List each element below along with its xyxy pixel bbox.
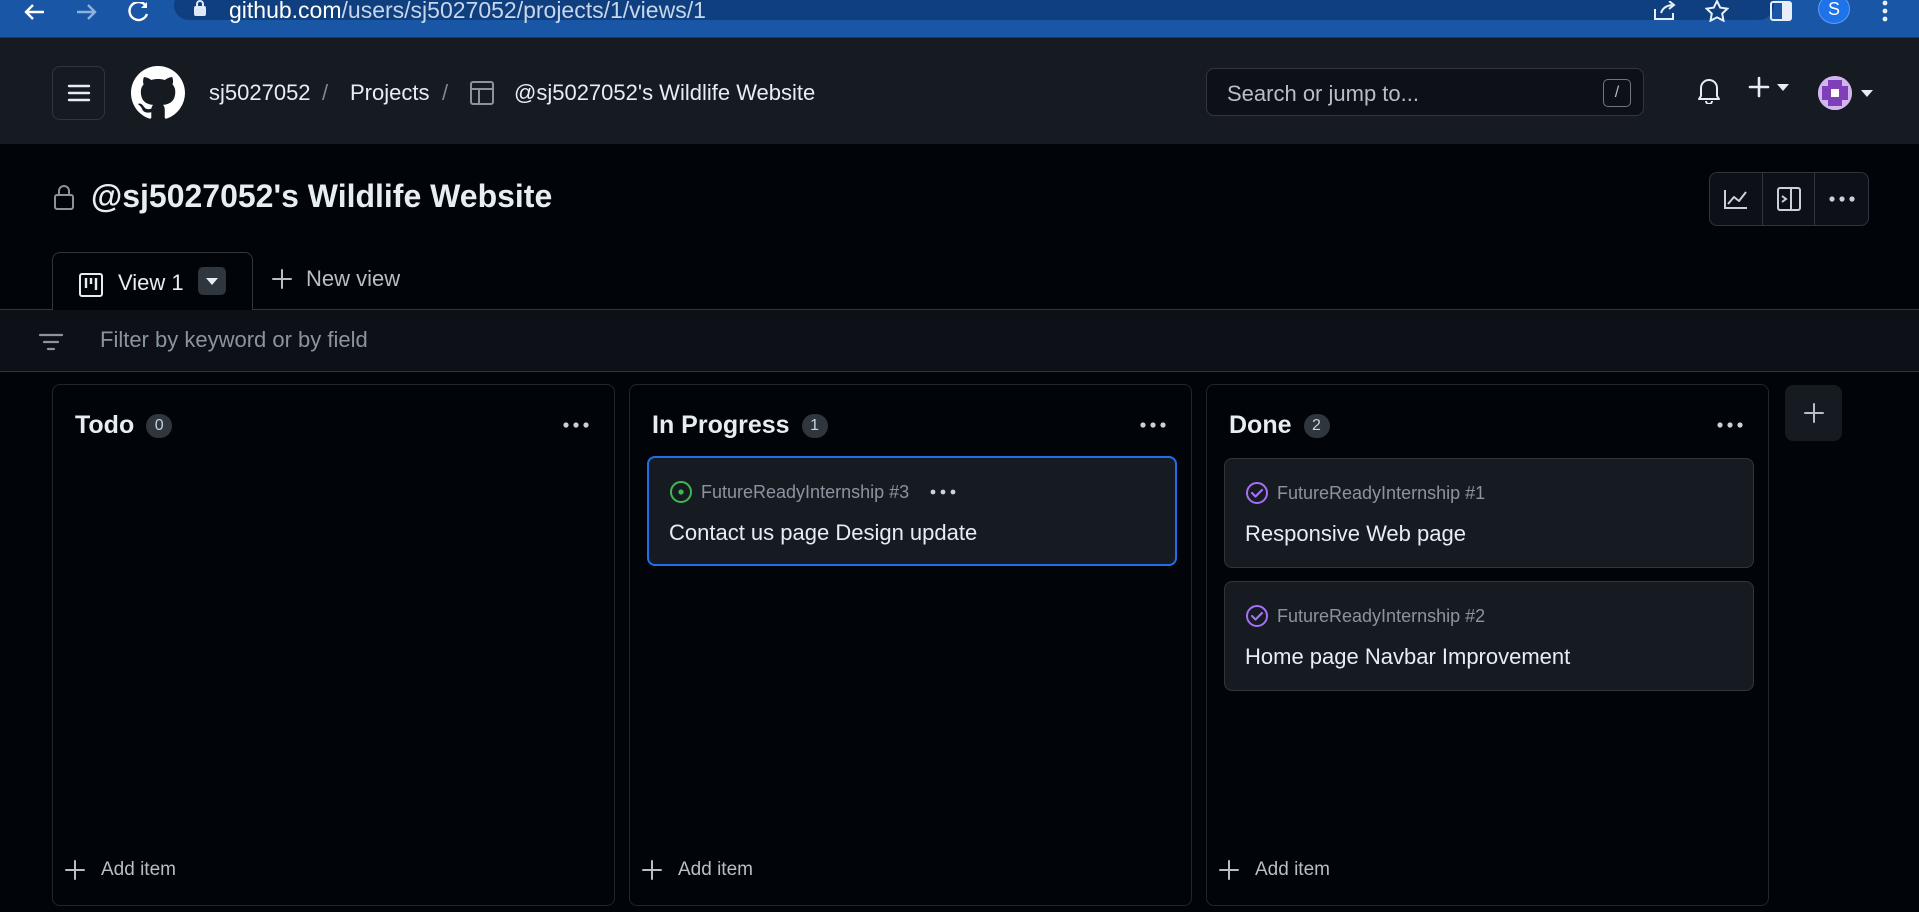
graph-icon — [1723, 190, 1747, 209]
address-url[interactable]: github.com/users/sj5027052/projects/1/vi… — [229, 0, 706, 22]
issue-title[interactable]: Responsive Web page — [1245, 521, 1466, 547]
reload-icon[interactable] — [124, 0, 154, 24]
new-view-label: New view — [306, 266, 401, 291]
add-item-label: Add item — [678, 859, 753, 880]
tab-view-1[interactable]: View 1 — [52, 252, 253, 310]
kebab-horizontal-icon — [1717, 422, 1743, 428]
plus-icon — [1748, 76, 1770, 98]
column-count-badge: 2 — [1303, 413, 1330, 438]
issue-title[interactable]: Home page Navbar Improvement — [1245, 644, 1570, 670]
search-shortcut-key: / — [1603, 79, 1631, 107]
browser-chrome: github.com/users/sj5027052/projects/1/vi… — [0, 0, 1919, 38]
board-column-in-progress: In Progress 1 FutureReadyInternship #3 C… — [629, 384, 1192, 906]
insights-button[interactable] — [1710, 173, 1763, 225]
issue-card[interactable]: FutureReadyInternship #3 Contact us page… — [647, 456, 1177, 566]
column-count-badge: 0 — [146, 413, 173, 438]
caret-down-icon — [1777, 84, 1789, 91]
site-lock-icon[interactable] — [193, 0, 207, 21]
share-icon[interactable] — [1650, 0, 1680, 22]
plus-icon — [272, 269, 292, 289]
plus-icon — [642, 860, 662, 880]
project-actions-group — [1709, 172, 1869, 226]
github-logo-icon[interactable] — [131, 66, 185, 125]
new-view-button[interactable]: New view — [272, 266, 400, 292]
sidebar-expand-icon — [1776, 187, 1801, 211]
issue-repo-number[interactable]: FutureReadyInternship #1 — [1277, 483, 1485, 504]
project-more-button[interactable] — [1815, 173, 1868, 225]
kebab-horizontal-icon — [1829, 196, 1855, 202]
issue-closed-icon — [1246, 605, 1268, 627]
project-title: @sj5027052's Wildlife Website — [91, 178, 553, 214]
add-item-label: Add item — [1255, 859, 1330, 880]
forward-arrow-icon[interactable] — [71, 0, 101, 24]
private-lock-icon — [53, 184, 75, 215]
card-more-button[interactable] — [929, 488, 957, 496]
column-more-button[interactable] — [1712, 413, 1748, 437]
filter-input[interactable]: Filter by keyword or by field — [100, 327, 368, 353]
kebab-horizontal-icon — [563, 422, 589, 428]
side-panel-button[interactable] — [1763, 173, 1816, 225]
view-options-dropdown[interactable] — [198, 267, 226, 295]
breadcrumb-projects[interactable]: Projects — [350, 80, 429, 106]
side-panel-icon[interactable] — [1766, 0, 1796, 22]
kebab-horizontal-icon — [1140, 422, 1166, 428]
browser-profile-avatar[interactable]: S — [1818, 0, 1850, 24]
plus-icon — [65, 860, 85, 880]
breadcrumb-separator: / — [442, 80, 449, 105]
board-column-todo: Todo 0 Add item — [52, 384, 615, 906]
user-avatar[interactable] — [1818, 76, 1852, 110]
plus-icon — [1803, 403, 1824, 423]
breadcrumb-user[interactable]: sj5027052 — [209, 80, 311, 106]
board-column-done: Done 2 FutureReadyInternship #1 Responsi… — [1206, 384, 1769, 906]
tab-label: View 1 — [118, 270, 184, 295]
issue-repo-number[interactable]: FutureReadyInternship #2 — [1277, 606, 1485, 627]
add-item-button[interactable]: Add item — [65, 859, 176, 881]
issue-repo-number[interactable]: FutureReadyInternship #3 — [701, 482, 909, 503]
search-input[interactable]: Search or jump to... / — [1206, 68, 1644, 116]
back-arrow-icon[interactable] — [20, 0, 50, 24]
add-item-button[interactable]: Add item — [1219, 859, 1330, 881]
issue-closed-icon — [1246, 482, 1268, 504]
column-title: Done — [1229, 411, 1292, 439]
add-item-label: Add item — [101, 859, 176, 880]
github-header: sj5027052 / Projects / @sj5027052's Wild… — [0, 38, 1919, 144]
table-icon — [469, 80, 495, 111]
avatar-caret-down-icon[interactable] — [1860, 88, 1874, 98]
issue-title[interactable]: Contact us page Design update — [669, 520, 977, 546]
column-title: Todo — [75, 411, 135, 439]
issue-open-icon — [670, 481, 692, 503]
search-placeholder: Search or jump to... — [1227, 81, 1419, 106]
plus-icon — [1219, 860, 1239, 880]
column-more-button[interactable] — [1135, 413, 1171, 437]
filter-bar: Filter by keyword or by field — [0, 310, 1919, 372]
hamburger-menu-button[interactable] — [52, 66, 105, 120]
breadcrumb-project[interactable]: @sj5027052's Wildlife Website — [514, 80, 815, 106]
kebab-horizontal-icon — [930, 489, 956, 495]
board-layout-icon — [78, 272, 104, 303]
column-count-badge: 1 — [801, 413, 828, 438]
issue-card[interactable]: FutureReadyInternship #1 Responsive Web … — [1224, 458, 1754, 568]
notifications-bell-icon[interactable] — [1696, 76, 1722, 104]
add-column-button[interactable] — [1785, 385, 1842, 441]
column-title: In Progress — [652, 411, 790, 439]
hamburger-icon — [67, 84, 90, 102]
browser-menu-icon[interactable] — [1870, 0, 1900, 22]
issue-card[interactable]: FutureReadyInternship #2 Home page Navba… — [1224, 581, 1754, 691]
filter-icon — [38, 332, 64, 357]
add-item-button[interactable]: Add item — [642, 859, 753, 881]
breadcrumb-separator: / — [322, 80, 329, 105]
bookmark-star-icon[interactable] — [1702, 0, 1732, 22]
create-new-dropdown[interactable] — [1748, 76, 1790, 98]
column-more-button[interactable] — [558, 413, 594, 437]
caret-down-icon — [206, 278, 218, 285]
